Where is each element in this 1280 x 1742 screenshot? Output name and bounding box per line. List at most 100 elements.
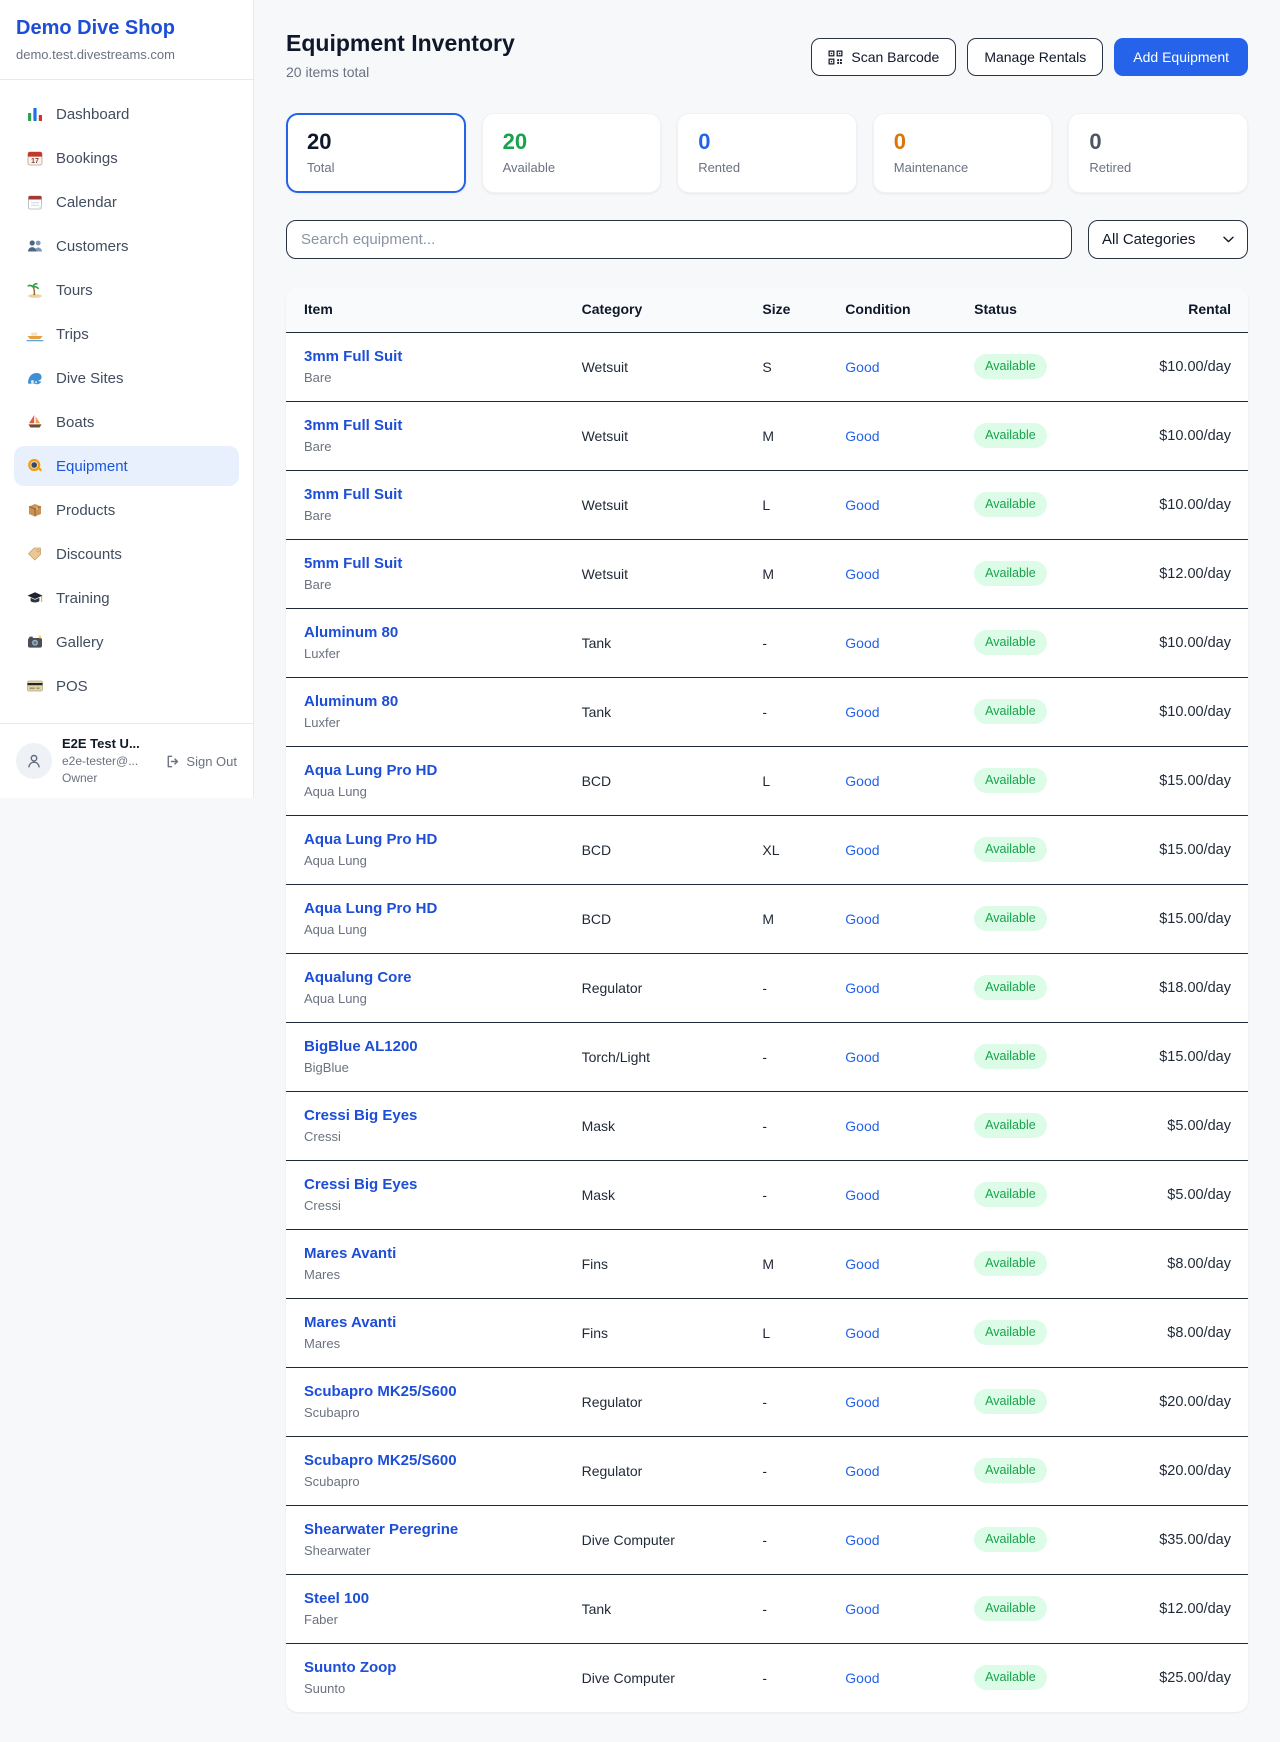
bookings-icon: 17 <box>26 149 44 167</box>
stat-value: 0 <box>1089 129 1227 155</box>
sidebar-item-calendar[interactable]: Calendar <box>14 182 239 222</box>
condition-link[interactable]: Good <box>845 1670 879 1686</box>
status-badge: Available <box>974 1458 1047 1483</box>
sidebar-item-products[interactable]: Products <box>14 490 239 530</box>
item-name-link[interactable]: Scubapro MK25/S600 <box>304 1382 564 1402</box>
item-name-link[interactable]: Aluminum 80 <box>304 623 564 643</box>
table-row: 3mm Full Suit Bare Wetsuit L Good Availa… <box>286 470 1248 539</box>
calendar-icon <box>26 193 44 211</box>
sidebar-item-dashboard[interactable]: Dashboard <box>14 94 239 134</box>
sidebar-item-tours[interactable]: Tours <box>14 270 239 310</box>
status-badge: Available <box>974 354 1047 379</box>
search-input[interactable] <box>286 220 1072 259</box>
item-size: M <box>744 539 827 608</box>
add-equipment-button[interactable]: Add Equipment <box>1114 38 1248 76</box>
stat-value: 0 <box>698 129 836 155</box>
condition-link[interactable]: Good <box>845 1532 879 1548</box>
item-name-link[interactable]: Mares Avanti <box>304 1244 564 1264</box>
item-rental: $5.00/day <box>1102 1160 1248 1229</box>
item-brand: BigBlue <box>304 1059 564 1076</box>
item-name-link[interactable]: 5mm Full Suit <box>304 554 564 574</box>
condition-link[interactable]: Good <box>845 911 879 927</box>
item-rental: $10.00/day <box>1102 332 1248 401</box>
item-name-link[interactable]: Mares Avanti <box>304 1313 564 1333</box>
sidebar-item-dive-sites[interactable]: Dive Sites <box>14 358 239 398</box>
condition-link[interactable]: Good <box>845 428 879 444</box>
item-name-link[interactable]: Suunto Zoop <box>304 1658 564 1678</box>
item-size: - <box>744 1505 827 1574</box>
scan-barcode-button[interactable]: Scan Barcode <box>811 38 956 76</box>
condition-link[interactable]: Good <box>845 497 879 513</box>
condition-link[interactable]: Good <box>845 1187 879 1203</box>
item-name-link[interactable]: Aqua Lung Pro HD <box>304 761 564 781</box>
sidebar-item-gallery[interactable]: Gallery <box>14 622 239 662</box>
sidebar-item-customers[interactable]: Customers <box>14 226 239 266</box>
item-size: M <box>744 884 827 953</box>
item-category: Regulator <box>564 1436 745 1505</box>
item-name-link[interactable]: Aqua Lung Pro HD <box>304 899 564 919</box>
stat-label: Available <box>503 160 641 175</box>
sidebar-item-trips[interactable]: Trips <box>14 314 239 354</box>
condition-link[interactable]: Good <box>845 635 879 651</box>
condition-link[interactable]: Good <box>845 980 879 996</box>
item-rental: $12.00/day <box>1102 1574 1248 1643</box>
manage-rentals-button[interactable]: Manage Rentals <box>967 38 1103 76</box>
item-name-link[interactable]: Aqualung Core <box>304 968 564 988</box>
status-badge: Available <box>974 906 1047 931</box>
item-brand: Luxfer <box>304 645 564 662</box>
condition-link[interactable]: Good <box>845 773 879 789</box>
item-name-link[interactable]: Steel 100 <box>304 1589 564 1609</box>
table-row: Suunto Zoop Suunto Dive Computer - Good … <box>286 1643 1248 1712</box>
item-category: Dive Computer <box>564 1505 745 1574</box>
item-size: - <box>744 677 827 746</box>
stat-card-total[interactable]: 20 Total <box>286 113 466 193</box>
sign-out-label: Sign Out <box>186 754 237 769</box>
condition-link[interactable]: Good <box>845 1394 879 1410</box>
item-name-link[interactable]: Cressi Big Eyes <box>304 1106 564 1126</box>
boats-icon <box>26 413 44 431</box>
sign-out-button[interactable]: Sign Out <box>165 754 237 769</box>
item-name-link[interactable]: 3mm Full Suit <box>304 416 564 436</box>
condition-link[interactable]: Good <box>845 842 879 858</box>
condition-link[interactable]: Good <box>845 566 879 582</box>
sidebar-item-boats[interactable]: Boats <box>14 402 239 442</box>
condition-link[interactable]: Good <box>845 1463 879 1479</box>
item-size: - <box>744 1091 827 1160</box>
column-header-rental: Rental <box>1102 287 1248 332</box>
condition-link[interactable]: Good <box>845 359 879 375</box>
item-rental: $18.00/day <box>1102 953 1248 1022</box>
category-select[interactable]: All Categories <box>1088 220 1248 259</box>
condition-link[interactable]: Good <box>845 1601 879 1617</box>
sidebar-item-training[interactable]: Training <box>14 578 239 618</box>
table-row: Aqua Lung Pro HD Aqua Lung BCD M Good Av… <box>286 884 1248 953</box>
condition-link[interactable]: Good <box>845 1118 879 1134</box>
stat-card-retired[interactable]: 0 Retired <box>1068 113 1248 193</box>
table-row: Mares Avanti Mares Fins M Good Available… <box>286 1229 1248 1298</box>
sidebar-item-bookings[interactable]: 17 Bookings <box>14 138 239 178</box>
item-name-link[interactable]: Aqua Lung Pro HD <box>304 830 564 850</box>
item-name-link[interactable]: Scubapro MK25/S600 <box>304 1451 564 1471</box>
add-equipment-label: Add Equipment <box>1133 49 1229 65</box>
condition-link[interactable]: Good <box>845 1325 879 1341</box>
sidebar: Demo Dive Shop demo.test.divestreams.com… <box>0 0 254 798</box>
condition-link[interactable]: Good <box>845 704 879 720</box>
sidebar-item-equipment[interactable]: Equipment <box>14 446 239 486</box>
sidebar-item-pos[interactable]: POS <box>14 666 239 706</box>
item-name-link[interactable]: BigBlue AL1200 <box>304 1037 564 1057</box>
item-name-link[interactable]: 3mm Full Suit <box>304 485 564 505</box>
item-name-link[interactable]: Cressi Big Eyes <box>304 1175 564 1195</box>
item-name-link[interactable]: 3mm Full Suit <box>304 347 564 367</box>
item-name-link[interactable]: Shearwater Peregrine <box>304 1520 564 1540</box>
stat-card-maintenance[interactable]: 0 Maintenance <box>873 113 1053 193</box>
condition-link[interactable]: Good <box>845 1049 879 1065</box>
item-category: Fins <box>564 1298 745 1367</box>
sidebar-item-discounts[interactable]: Discounts <box>14 534 239 574</box>
stat-card-available[interactable]: 20 Available <box>482 113 662 193</box>
item-size: - <box>744 1643 827 1712</box>
item-category: Tank <box>564 1574 745 1643</box>
item-category: BCD <box>564 746 745 815</box>
condition-link[interactable]: Good <box>845 1256 879 1272</box>
svg-text:17: 17 <box>31 158 39 165</box>
item-name-link[interactable]: Aluminum 80 <box>304 692 564 712</box>
stat-card-rented[interactable]: 0 Rented <box>677 113 857 193</box>
